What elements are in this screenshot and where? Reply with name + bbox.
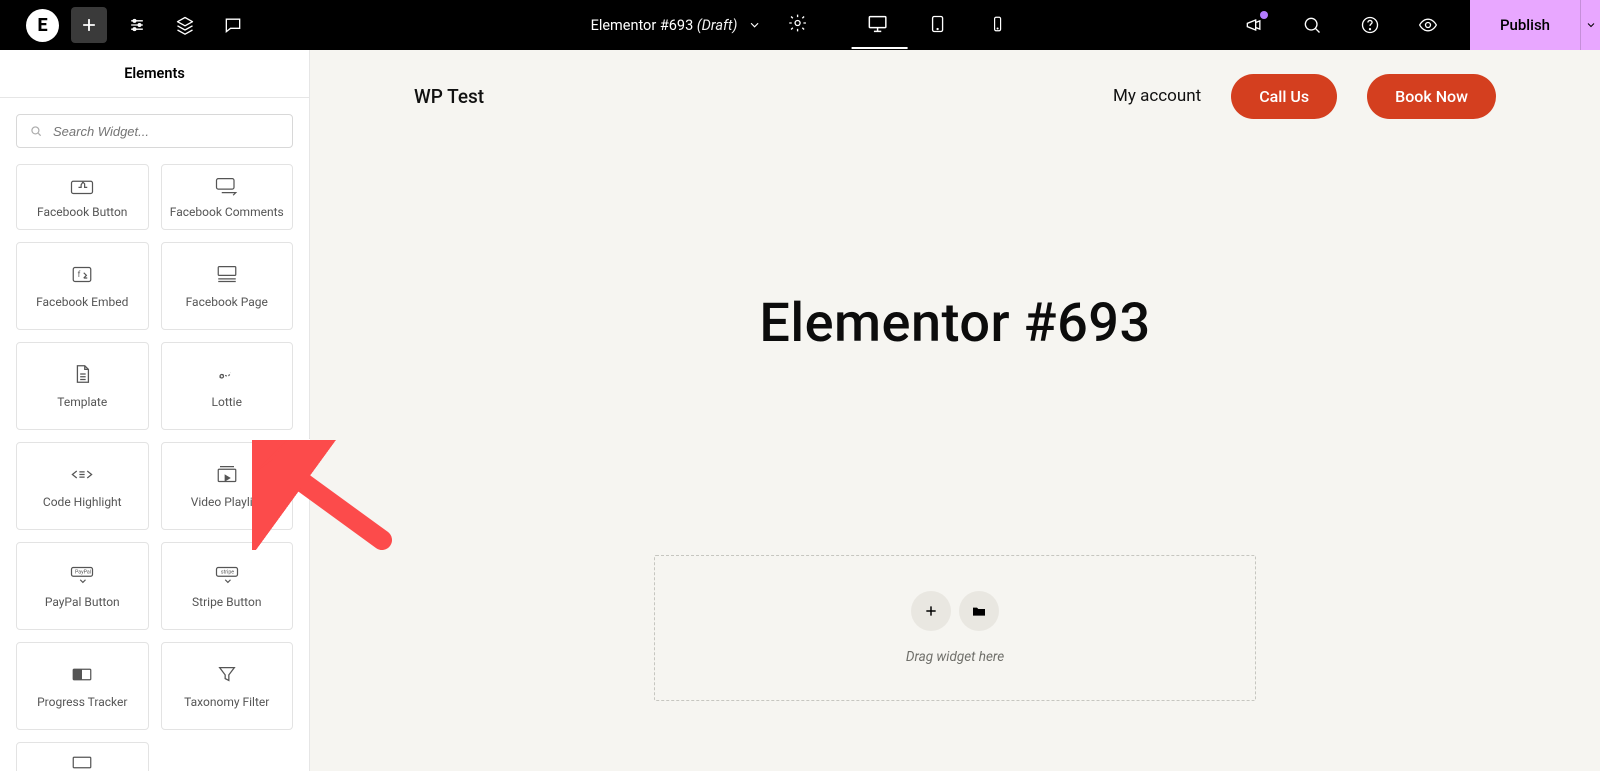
document-switcher[interactable]: Elementor #693 (Draft) bbox=[591, 17, 762, 34]
widget-paypal-button[interactable]: PayPal PayPal Button bbox=[16, 542, 149, 630]
plus-icon bbox=[79, 15, 99, 35]
progress-icon bbox=[68, 663, 96, 685]
widget-video-playlist[interactable]: Video Playlist bbox=[161, 442, 294, 530]
widget-facebook-button[interactable]: Facebook Button bbox=[16, 164, 149, 230]
search-icon bbox=[1302, 15, 1322, 35]
site-header: WP Test My account Call Us Book Now bbox=[310, 50, 1600, 142]
editor-canvas[interactable]: WP Test My account Call Us Book Now Elem… bbox=[310, 50, 1600, 771]
dropzone-buttons bbox=[911, 591, 999, 631]
site-settings-button[interactable] bbox=[119, 7, 155, 43]
widget-facebook-page[interactable]: Facebook Page bbox=[161, 242, 294, 330]
device-desktop[interactable] bbox=[865, 13, 889, 37]
widget-label: Code Highlight bbox=[43, 495, 122, 509]
widget-label: Template bbox=[57, 395, 107, 409]
nav-my-account[interactable]: My account bbox=[1113, 86, 1201, 106]
widget-facebook-embed[interactable]: f Facebook Embed bbox=[16, 242, 149, 330]
sidebar-title: Elements bbox=[0, 50, 309, 98]
elements-sidebar: Elements Facebook Button Facebook Commen… bbox=[0, 50, 310, 771]
thumbs-up-icon bbox=[68, 175, 96, 197]
sliders-icon bbox=[127, 15, 147, 35]
widget-facebook-comments[interactable]: Facebook Comments bbox=[161, 164, 294, 230]
publish-options-button[interactable] bbox=[1580, 0, 1600, 50]
page-settings-button[interactable] bbox=[775, 13, 807, 37]
widget-search[interactable] bbox=[16, 114, 293, 148]
workspace: Elements Facebook Button Facebook Commen… bbox=[0, 50, 1600, 771]
preview-button[interactable] bbox=[1410, 7, 1446, 43]
code-icon bbox=[68, 463, 96, 485]
comments-button[interactable] bbox=[215, 7, 251, 43]
structure-button[interactable] bbox=[167, 7, 203, 43]
page-heading[interactable]: Elementor #693 bbox=[310, 292, 1600, 355]
plus-icon bbox=[923, 603, 939, 619]
add-section-button[interactable] bbox=[911, 591, 951, 631]
generic-icon bbox=[68, 751, 96, 771]
search-wrap bbox=[0, 98, 309, 164]
svg-text:stripe: stripe bbox=[221, 569, 234, 575]
elementor-logo[interactable]: E bbox=[26, 9, 59, 42]
widget-label: Progress Tracker bbox=[37, 695, 127, 709]
site-title[interactable]: WP Test bbox=[414, 85, 484, 108]
folder-icon bbox=[971, 603, 987, 619]
top-bar: E Elementor #693 (Draft) bbox=[0, 0, 1600, 50]
layers-icon bbox=[175, 15, 195, 35]
add-template-button[interactable] bbox=[959, 591, 999, 631]
topbar-left-group: E bbox=[0, 0, 251, 50]
svg-text:f: f bbox=[78, 270, 81, 279]
device-mobile[interactable] bbox=[985, 13, 1009, 37]
widget-partial[interactable] bbox=[16, 742, 149, 771]
add-element-button[interactable] bbox=[71, 7, 107, 43]
dropzone-hint: Drag widget here bbox=[906, 649, 1004, 665]
publish-label: Publish bbox=[1500, 16, 1550, 34]
search-input[interactable] bbox=[53, 124, 280, 139]
call-us-button[interactable]: Call Us bbox=[1231, 74, 1337, 119]
svg-text:PayPal: PayPal bbox=[75, 569, 91, 575]
embed-icon: f bbox=[68, 263, 96, 285]
widget-label: Video Playlist bbox=[191, 495, 263, 509]
widget-lottie[interactable]: Lottie bbox=[161, 342, 294, 430]
widget-stripe-button[interactable]: stripe Stripe Button bbox=[161, 542, 294, 630]
lottie-icon bbox=[213, 363, 241, 385]
chevron-down-icon bbox=[747, 18, 761, 32]
responsive-devices bbox=[865, 13, 1009, 37]
widget-label: Facebook Embed bbox=[36, 295, 128, 309]
playlist-icon bbox=[213, 463, 241, 485]
eye-icon bbox=[1418, 15, 1438, 35]
publish-button[interactable]: Publish bbox=[1470, 0, 1580, 50]
help-icon bbox=[1360, 15, 1380, 35]
widget-label: Facebook Comments bbox=[170, 205, 284, 219]
widget-progress-tracker[interactable]: Progress Tracker bbox=[16, 642, 149, 730]
chat-icon bbox=[223, 15, 243, 35]
widget-label: Stripe Button bbox=[192, 595, 261, 609]
stripe-icon: stripe bbox=[213, 563, 241, 585]
widget-taxonomy-filter[interactable]: Taxonomy Filter bbox=[161, 642, 294, 730]
help-button[interactable] bbox=[1352, 7, 1388, 43]
widget-label: Taxonomy Filter bbox=[184, 695, 269, 709]
widget-label: Lottie bbox=[212, 395, 242, 409]
chevron-down-icon bbox=[1585, 19, 1597, 31]
document-title: Elementor #693 (Draft) bbox=[591, 17, 738, 34]
site-nav: My account Call Us Book Now bbox=[1113, 74, 1496, 119]
page-icon bbox=[213, 263, 241, 285]
device-active-indicator bbox=[851, 47, 907, 49]
notification-dot bbox=[1260, 11, 1268, 19]
paypal-icon: PayPal bbox=[68, 563, 96, 585]
comments-icon bbox=[213, 175, 241, 197]
widget-template[interactable]: Template bbox=[16, 342, 149, 430]
book-now-button[interactable]: Book Now bbox=[1367, 74, 1496, 119]
finder-button[interactable] bbox=[1294, 7, 1330, 43]
topbar-right-group: Publish bbox=[1214, 0, 1600, 50]
search-icon bbox=[29, 124, 43, 138]
widget-label: PayPal Button bbox=[45, 595, 120, 609]
topbar-center-group: Elementor #693 (Draft) bbox=[591, 0, 1010, 50]
filter-icon bbox=[213, 663, 241, 685]
device-tablet[interactable] bbox=[925, 13, 949, 37]
add-section-dropzone[interactable]: Drag widget here bbox=[654, 555, 1256, 701]
document-icon bbox=[68, 363, 96, 385]
widget-code-highlight[interactable]: Code Highlight bbox=[16, 442, 149, 530]
widget-label: Facebook Page bbox=[186, 295, 268, 309]
gear-icon bbox=[787, 13, 807, 33]
widgets-list[interactable]: Facebook Button Facebook Comments f Face… bbox=[0, 164, 309, 771]
widget-label: Facebook Button bbox=[37, 205, 127, 219]
